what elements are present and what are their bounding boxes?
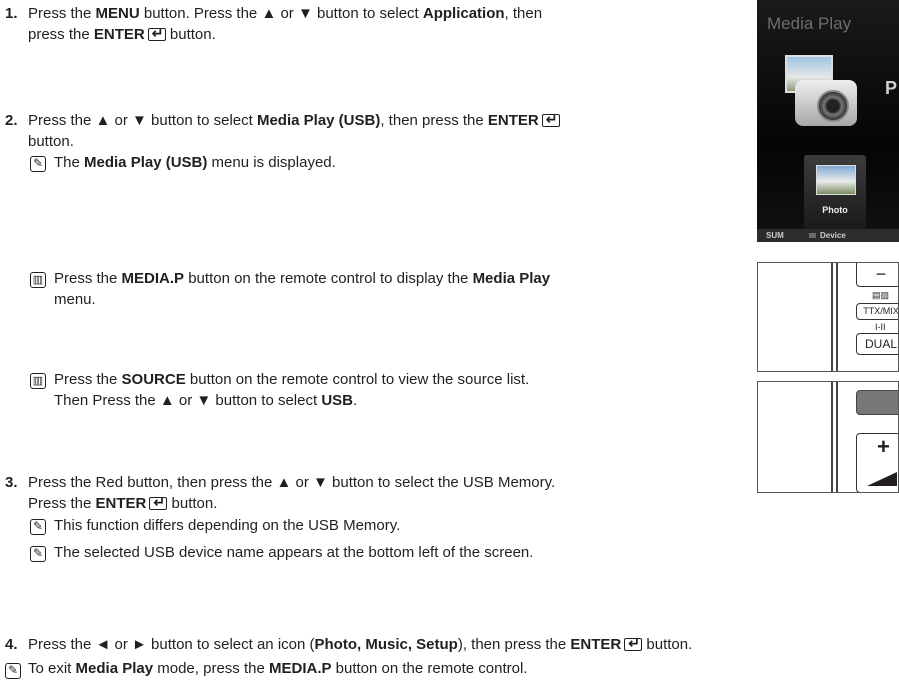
note-text: The selected USB device name appears at … [54,544,534,561]
camera-lens [817,90,849,122]
text-bold: SOURCE [121,371,186,388]
text: mode, press the [153,660,269,677]
text: To exit [28,660,76,677]
note-icon [5,663,21,679]
text: , then press the [380,112,488,129]
volume-button: + [856,433,898,492]
step-number: 1. [5,5,18,22]
minus-button: − [856,263,898,287]
text: Press the [54,270,122,287]
text-bold: MENU [95,5,140,22]
note-text: The Media Play (USB) menu is displayed. [54,154,336,172]
text: button on the remote control to display … [184,270,473,287]
text: button. [167,495,218,512]
note-text: This function differs depending on the U… [54,517,401,534]
step-text: Press the Red button, then press the ▲ o… [28,474,556,491]
enter-icon [624,634,643,652]
text-bold: ENTER [95,495,147,512]
step-number: 3. [5,474,18,491]
device-label: Device [820,231,846,240]
enter-icon [147,24,166,42]
step-text: Press the ▲ or ▼ button to select Media … [28,110,560,130]
enter-icon [149,493,168,511]
text-bold: Media Play (USB) [256,112,381,129]
text: press the [28,26,94,43]
text: Press the [28,495,96,512]
text: Press the [28,5,96,22]
screen-side-letter: P [885,78,898,98]
tip-text: Press the SOURCE button on the remote co… [54,371,529,389]
step-text: Press the ◄ or ► button to select an ico… [28,634,693,654]
text-bold: Application [422,5,505,22]
note-icon [30,546,46,562]
text: The [54,154,85,171]
text: Press the [54,371,122,388]
remote-icon [30,272,46,288]
text-bold: USB [321,392,353,409]
divider [831,382,833,492]
text: , then [504,5,543,22]
text-bold: Media Play (USB) [84,154,208,171]
text: button on the remote control. [331,660,528,677]
divider [836,263,838,371]
step-number: 2. [5,112,18,129]
text: button on the remote control to view the… [185,371,530,388]
screen-status-bar: SUM Device [757,229,899,242]
divider [831,263,833,371]
text: Press the ◄ or ► button to select an ico… [28,636,315,653]
camera-icon [777,50,867,140]
dual-button: DUAL [856,333,898,355]
step-number: 4. [5,636,18,653]
text: Press the ▲ or ▼ button to select [28,112,257,129]
note-icon [30,156,46,172]
enter-icon [541,110,560,128]
step-text: press the ENTER button. [28,24,216,44]
sum-label: SUM [766,231,784,240]
remote-panel-2: + [757,381,899,493]
step-text: Press the ENTER button. [28,493,218,513]
text-bold: Photo, Music, Setup [314,636,458,653]
photo-icon [816,165,856,195]
volume-ramp-icon [867,472,897,486]
text: button. Press the ▲ or ▼ button to selec… [139,5,423,22]
text-bold: MEDIA.P [121,270,185,287]
divider [836,382,838,492]
text: button. [642,636,693,653]
tip-text: Then Press the ▲ or ▼ button to select U… [54,392,357,410]
text: menu is displayed. [207,154,336,171]
text-bold: ENTER [570,636,622,653]
screen-title: Media Play [767,14,852,33]
text-bold: MEDIA.P [268,660,332,677]
text: Then Press the ▲ or ▼ button to select [54,392,322,409]
text: . [353,392,358,409]
note-icon [30,519,46,535]
dual-top-label: I-II [875,322,886,332]
ttx-mix-button: TTX/MIX [856,303,898,320]
ttx-icon: ▤▨ [872,290,890,300]
text-bold: Media Play [472,270,551,287]
note-text: To exit Media Play mode, press the MEDIA… [28,660,527,678]
photo-tile-label: Photo [822,205,848,215]
text-bold: Media Play [75,660,154,677]
text-bold: ENTER [487,112,539,129]
remote-panel-1: − ▤▨ TTX/MIX I-II DUAL [757,262,899,372]
text-bold: ENTER [93,26,145,43]
device-square-icon [809,233,816,238]
plus-icon: + [877,434,890,459]
text: ), then press the [457,636,571,653]
red-button [856,390,898,415]
step-text: Press the MENU button. Press the ▲ or ▼ … [28,5,542,23]
media-play-screenshot: Media Play P Photo SUM Device [757,0,899,242]
photo-tile: Photo [804,155,866,230]
tip-text: Press the MEDIA.P button on the remote c… [54,270,550,288]
tip-text: menu. [54,291,96,308]
remote-icon [30,373,46,389]
text: button. [165,26,216,43]
step-text: button. [28,133,74,150]
